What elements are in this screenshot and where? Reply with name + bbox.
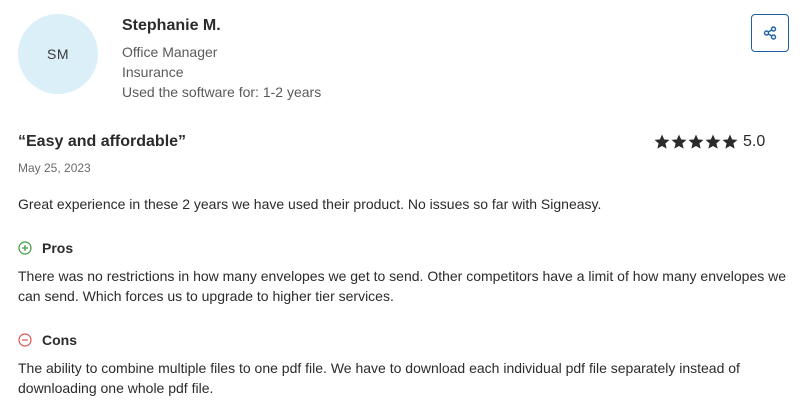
pros-text: There was no restrictions in how many en…: [18, 268, 787, 304]
reviewer-info: Stephanie M. Office Manager Insurance Us…: [122, 16, 321, 102]
star-icon: [688, 134, 704, 149]
share-icon: [763, 26, 777, 40]
reviewer-usage: Used the software for: 1-2 years: [122, 84, 322, 100]
review-card: SM Stephanie M. Office Manager Insurance…: [0, 0, 810, 403]
star-icon: [654, 134, 670, 149]
star-icon: [722, 134, 738, 149]
share-button[interactable]: [751, 14, 789, 52]
reviewer-name: Stephanie M.: [122, 17, 221, 34]
stars: [654, 134, 738, 150]
pros-heading: Pros: [18, 238, 73, 258]
minus-circle-icon: [18, 333, 32, 347]
reviewer-industry: Insurance: [122, 64, 184, 80]
avatar: SM: [18, 14, 98, 94]
cons-label: Cons: [42, 332, 77, 348]
avatar-initials: SM: [47, 46, 69, 62]
star-rating: 5.0: [654, 132, 765, 152]
pros-label: Pros: [42, 240, 74, 256]
star-icon: [705, 134, 721, 149]
cons-heading: Cons: [18, 330, 77, 350]
reviewer-role: Office Manager: [122, 44, 218, 60]
cons-text: The ability to combine multiple files to…: [18, 360, 740, 396]
review-date: May 25, 2023: [18, 161, 91, 175]
review-title: “Easy and affordable”: [18, 133, 187, 150]
review-summary: Great experience in these 2 years we hav…: [18, 196, 602, 212]
plus-circle-icon: [18, 241, 32, 255]
rating-value: 5.0: [743, 133, 766, 150]
star-icon: [671, 134, 687, 149]
